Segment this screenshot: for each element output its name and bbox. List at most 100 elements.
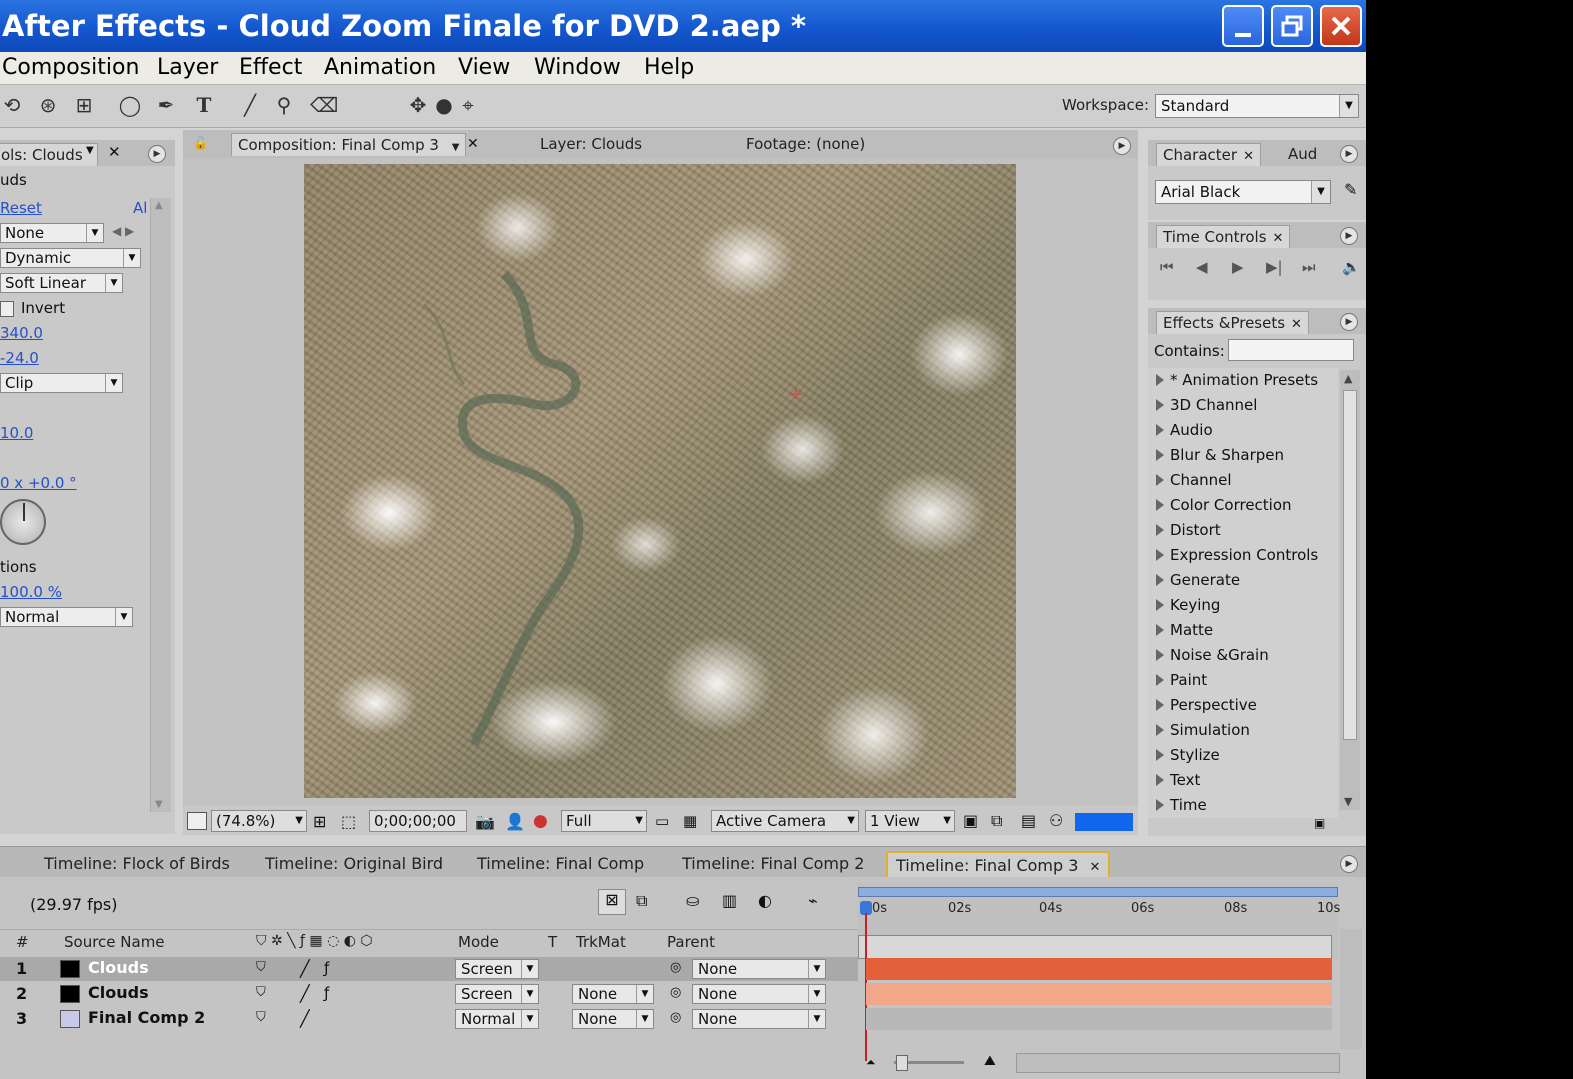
list-item[interactable]: Blur & Sharpen — [1156, 443, 1284, 468]
menu-composition[interactable]: Composition — [2, 55, 139, 80]
timeline-scrollbar[interactable] — [1340, 929, 1362, 1049]
live-update-icon[interactable]: ⧉ — [636, 891, 647, 911]
list-item[interactable]: Generate — [1156, 568, 1240, 593]
quality-icon[interactable]: ╱ — [300, 1009, 310, 1028]
tab-effects-presets[interactable]: Effects &Presets ✕ — [1156, 311, 1309, 334]
table-row[interactable]: 1 Clouds ⛉ ╱ ƒ Screen ▼ ◎ None ▼ — [0, 957, 858, 981]
table-row[interactable]: 3 Final Comp 2 ⛉ ╱ Normal ▼ None ▼ ◎ None ▼ — [0, 1007, 858, 1031]
zoom-in-icon[interactable]: ⛰ — [984, 1053, 996, 1069]
prev-next-icon[interactable]: ◀ ▶ — [112, 224, 134, 238]
list-item[interactable]: Text — [1156, 768, 1200, 793]
close-icon[interactable]: ✕ — [1273, 231, 1284, 246]
tab-timeline-original-bird[interactable]: Timeline: Original Bird — [265, 851, 443, 877]
effect-icon[interactable]: ƒ — [324, 984, 329, 1002]
header-parent[interactable]: Parent — [667, 933, 715, 951]
aerial-city-clouds-image[interactable]: ✛ — [304, 164, 1016, 798]
resolution-dropdown[interactable]: Full ▼ — [561, 810, 647, 832]
list-item[interactable]: Expression Controls — [1156, 543, 1318, 568]
color-swatch[interactable] — [1075, 813, 1133, 831]
close-icon[interactable]: ✕ — [108, 143, 121, 161]
quality-icon[interactable]: ╱ — [300, 984, 310, 1003]
layer-duration-bar[interactable] — [866, 958, 1332, 980]
scrollbar-thumb[interactable] — [1343, 390, 1357, 740]
brush-tool-icon[interactable]: ╱ — [238, 93, 262, 117]
tab-footage[interactable]: Footage: (none) — [746, 133, 865, 155]
snapshot-icon[interactable]: 📷 — [475, 812, 495, 831]
effect-controls-scrollbar[interactable]: ▲ ▼ — [150, 198, 171, 812]
tab-time-controls[interactable]: Time Controls ✕ — [1156, 225, 1291, 248]
close-icon[interactable]: ✕ — [1243, 149, 1254, 164]
preview-icon[interactable] — [187, 812, 207, 830]
last-frame-icon[interactable]: ⏭ — [1302, 258, 1316, 276]
dot-icon[interactable]: ● — [432, 93, 456, 117]
workspace-dropdown[interactable]: Standard ▼ — [1155, 94, 1359, 118]
next-frame-icon[interactable]: ▶| — [1266, 258, 1283, 276]
layer-duration-bar[interactable] — [866, 1008, 1332, 1030]
first-frame-icon[interactable]: ⏮ — [1160, 258, 1174, 276]
effects-list-scrollbar[interactable]: ▲ ▼ — [1340, 370, 1360, 810]
timecode-field[interactable]: 0;00;00;00 — [369, 810, 467, 832]
close-icon[interactable]: ✕ — [1291, 317, 1302, 332]
shy-icon[interactable]: ⛉ — [256, 1010, 266, 1025]
region-icon[interactable]: ▭ — [655, 812, 669, 830]
angle-field[interactable]: 0 x +0.0 ° — [0, 471, 77, 495]
graph-editor-icon[interactable]: ⌁ — [808, 891, 818, 910]
audio-icon[interactable]: 🔈 — [1342, 258, 1361, 276]
panel-menu-icon[interactable]: ▶ — [1340, 145, 1358, 163]
layer-label-color[interactable] — [60, 960, 80, 978]
percent-field[interactable]: 100.0 % — [0, 580, 62, 604]
time-ruler[interactable] — [858, 883, 1338, 959]
tab-timeline-final-comp-3[interactable]: Timeline: Final Comp 3 ✕ — [886, 851, 1111, 877]
minimize-button[interactable] — [1222, 5, 1264, 47]
soft-linear-dropdown[interactable]: Soft Linear ▼ — [0, 273, 123, 293]
toggle-pixel-icon[interactable]: ▣ — [963, 811, 978, 830]
none-dropdown[interactable]: None ▼ — [0, 223, 104, 243]
layer-name[interactable]: Clouds — [88, 983, 149, 1002]
zoom-out-icon[interactable]: ⏶ — [866, 1055, 876, 1070]
list-item[interactable]: Keying — [1156, 593, 1220, 618]
scroll-down-icon[interactable]: ▼ — [155, 799, 163, 810]
zoom-slider[interactable] — [894, 1055, 964, 1071]
menu-animation[interactable]: Animation — [324, 55, 436, 80]
frame-blending-icon[interactable]: ▥ — [722, 891, 737, 910]
work-area-bar[interactable] — [858, 887, 1338, 897]
comp-mini-flowchart-icon[interactable]: ⊠ — [598, 889, 626, 915]
grid-icon[interactable]: ⊞ — [313, 812, 326, 831]
time-navigator[interactable] — [858, 935, 1332, 959]
comp-viewer[interactable]: ✛ — [183, 158, 1138, 806]
parent-dropdown[interactable]: None ▼ — [692, 959, 826, 979]
pick-whip-icon[interactable]: ◎ — [670, 1010, 681, 1025]
type-tool-icon[interactable]: T — [192, 93, 216, 117]
pick-whip-icon[interactable]: ◎ — [670, 985, 681, 1000]
contains-search-input[interactable] — [1228, 339, 1354, 361]
play-icon[interactable]: ▶ — [1232, 258, 1244, 276]
timeline-icon[interactable]: ▤ — [1021, 811, 1036, 830]
mask-icon[interactable]: ⬚ — [341, 812, 356, 831]
tab-effect-controls[interactable]: ols: Clouds — [0, 143, 98, 166]
pen-tool-icon[interactable]: ✒ — [154, 93, 178, 117]
camera-dropdown[interactable]: Active Camera ▼ — [711, 810, 859, 832]
angle-dial-icon[interactable] — [0, 499, 46, 545]
dynamic-dropdown[interactable]: Dynamic ▼ — [0, 248, 141, 268]
reset-link[interactable]: Reset — [0, 196, 42, 220]
effect-icon[interactable]: ƒ — [324, 959, 329, 977]
scroll-up-icon[interactable]: ▲ — [155, 200, 163, 211]
shy-icon[interactable]: ⛉ — [256, 985, 266, 1000]
transparency-grid-icon[interactable]: ▦ — [683, 812, 697, 830]
about-link[interactable]: Al — [133, 196, 147, 220]
pick-whip-icon[interactable]: ◎ — [670, 960, 681, 975]
list-item[interactable]: Simulation — [1156, 718, 1250, 743]
tab-audio[interactable]: Aud — [1288, 143, 1317, 165]
chevron-down-icon[interactable]: ▼ — [86, 145, 94, 156]
list-item[interactable]: Perspective — [1156, 693, 1257, 718]
shy-icon[interactable]: ⛉ — [256, 960, 266, 975]
value-field-1[interactable]: 340.0 — [0, 321, 43, 345]
zoom-dropdown[interactable]: (74.8%) ▼ — [211, 810, 307, 832]
parent-dropdown[interactable]: None ▼ — [692, 1009, 826, 1029]
zoom-slider-thumb[interactable] — [896, 1055, 908, 1071]
table-row[interactable]: 2 Clouds ⛉ ╱ ƒ Screen ▼ None ▼ ◎ None ▼ — [0, 982, 858, 1006]
layer-name[interactable]: Clouds — [88, 958, 149, 977]
lock-icon[interactable]: 🔓 — [193, 136, 208, 150]
trkmat-dropdown[interactable]: None ▼ — [572, 1009, 654, 1029]
list-item[interactable]: 3D Channel — [1156, 393, 1257, 418]
